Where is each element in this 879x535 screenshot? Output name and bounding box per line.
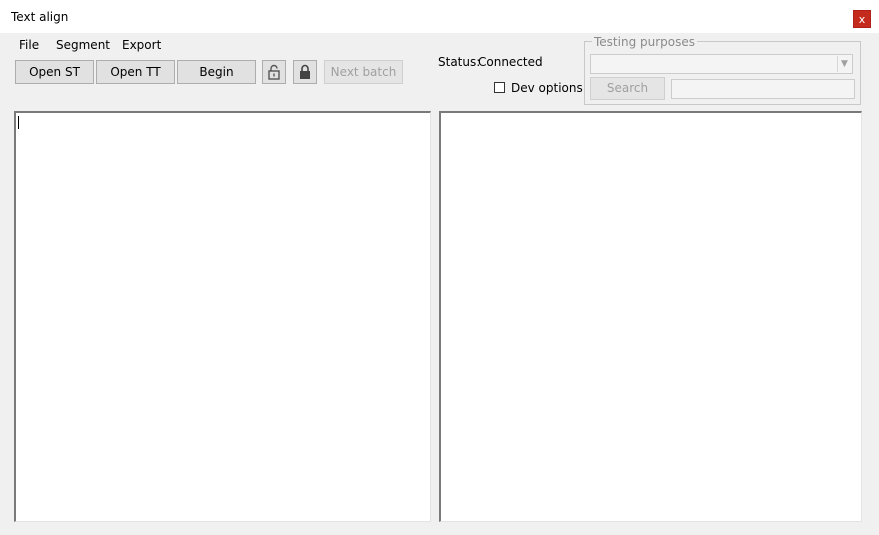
open-tt-button[interactable]: Open TT bbox=[96, 60, 175, 84]
lock-button[interactable] bbox=[293, 60, 317, 84]
menu-segment[interactable]: Segment bbox=[56, 38, 110, 52]
status-value: Connected bbox=[478, 55, 543, 69]
lock-icon bbox=[300, 64, 310, 79]
title-bar: Text align x bbox=[0, 0, 879, 33]
close-button[interactable]: x bbox=[853, 10, 871, 28]
status-label: Status: bbox=[438, 55, 481, 69]
source-text-editor[interactable] bbox=[14, 111, 431, 522]
window-title: Text align bbox=[11, 10, 69, 24]
menu-export[interactable]: Export bbox=[122, 38, 161, 52]
text-caret bbox=[18, 116, 19, 129]
begin-button[interactable]: Begin bbox=[177, 60, 256, 84]
unlock-icon bbox=[268, 64, 280, 80]
search-input[interactable] bbox=[671, 79, 855, 99]
testing-combo-box[interactable]: ▼ bbox=[590, 54, 853, 74]
target-text-editor[interactable] bbox=[439, 111, 862, 522]
unlock-button[interactable] bbox=[262, 60, 286, 84]
chevron-down-icon[interactable]: ▼ bbox=[837, 56, 851, 72]
open-st-button[interactable]: Open ST bbox=[15, 60, 94, 84]
menu-file[interactable]: File bbox=[19, 38, 39, 52]
search-button[interactable]: Search bbox=[590, 77, 665, 100]
dev-options-label[interactable]: Dev options bbox=[511, 81, 583, 95]
testing-purposes-legend: Testing purposes bbox=[592, 35, 698, 49]
next-batch-button[interactable]: Next batch bbox=[324, 60, 403, 84]
dev-options-checkbox[interactable] bbox=[494, 82, 505, 93]
